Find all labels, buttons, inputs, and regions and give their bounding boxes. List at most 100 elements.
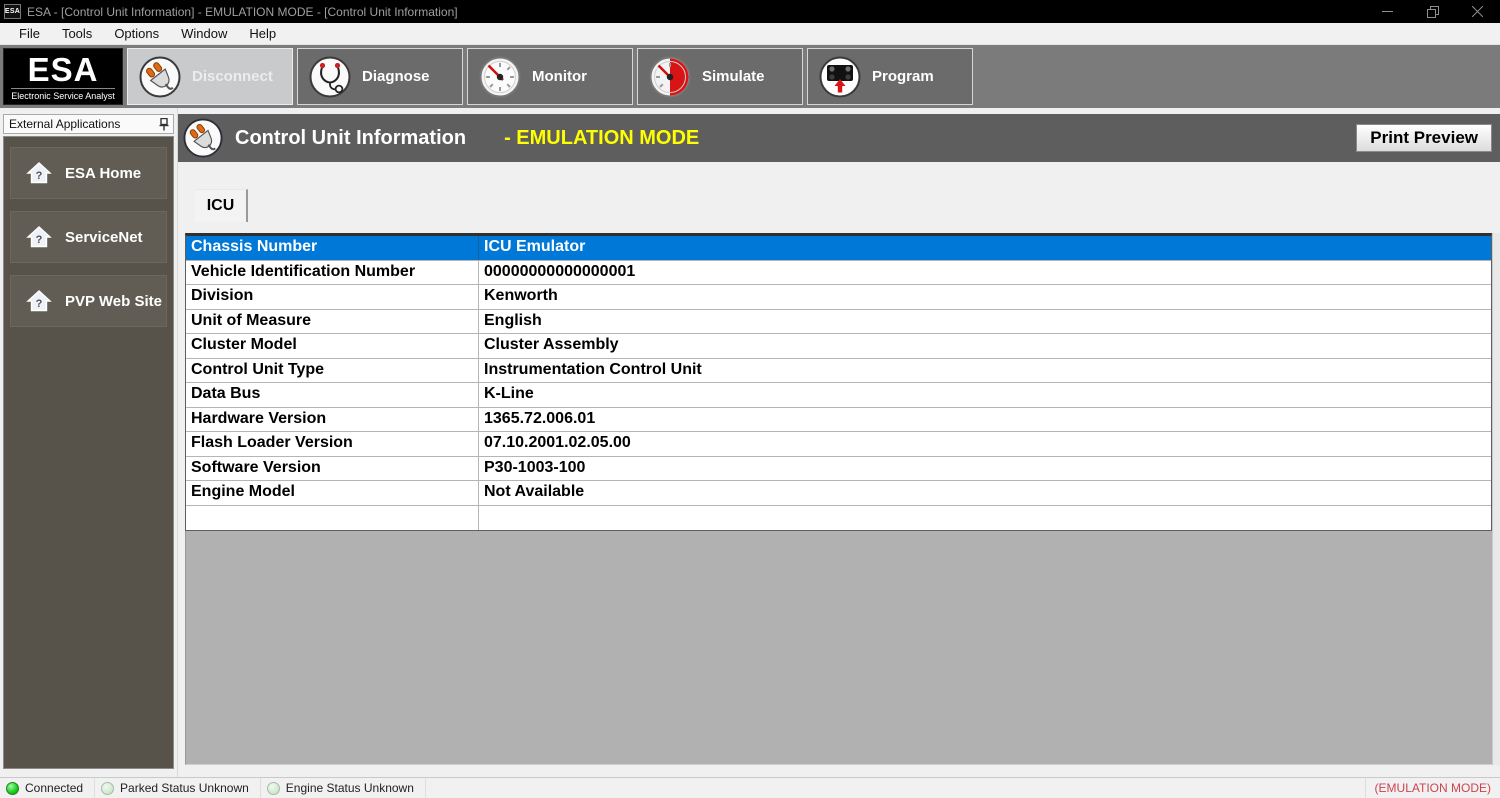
gauge-red-icon [649, 56, 691, 98]
simulate-button[interactable]: Simulate [637, 48, 803, 105]
emulation-mode-label: - EMULATION MODE [504, 127, 699, 150]
esa-application-window: ESA ESA - [Control Unit Information] - E… [0, 0, 1500, 798]
table-row[interactable]: Software Version P30-1003-100 [186, 457, 1491, 482]
table-cell-label: Hardware Version [186, 408, 479, 432]
main-panel: Control Unit Information - EMULATION MOD… [178, 108, 1500, 777]
window-controls [1365, 0, 1500, 23]
program-button[interactable]: Program [807, 48, 973, 105]
restore-icon [1427, 6, 1439, 18]
window-body: External Applications ? ESA Home [0, 108, 1500, 777]
connected-indicator-icon [6, 782, 19, 795]
table-row[interactable]: Flash Loader Version 07.10.2001.02.05.00 [186, 432, 1491, 457]
table-cell-value: K-Line [479, 383, 1491, 407]
home-question-icon: ? [26, 289, 52, 313]
table-cell-value: Kenworth [479, 285, 1491, 309]
menu-tools[interactable]: Tools [51, 24, 103, 43]
svg-text:?: ? [36, 298, 43, 310]
main-toolbar: ESA Electronic Service Analyst Disconnec… [0, 45, 1500, 108]
table-row[interactable]: Chassis Number ICU Emulator [186, 236, 1491, 261]
menu-file[interactable]: File [8, 24, 51, 43]
table-cell-label: Data Bus [186, 383, 479, 407]
plug-icon [183, 118, 223, 158]
table-row[interactable]: Engine Model Not Available [186, 481, 1491, 506]
esa-logo-subtitle: Electronic Service Analyst [11, 88, 115, 101]
table-cell-value: P30-1003-100 [479, 457, 1491, 481]
vertical-scrollbar[interactable] [1492, 233, 1500, 765]
parked-status-indicator-icon [101, 782, 114, 795]
status-label: Parked Status Unknown [120, 781, 249, 795]
minimize-button[interactable] [1365, 0, 1410, 23]
page-title: Control Unit Information [235, 127, 466, 150]
minimize-icon [1382, 6, 1393, 17]
content-area: Chassis Number ICU Emulator Vehicle Iden… [178, 222, 1500, 777]
disconnect-button[interactable]: Disconnect [127, 48, 293, 105]
table-cell-label: Chassis Number [186, 236, 479, 260]
page-header: Control Unit Information - EMULATION MOD… [178, 114, 1500, 162]
sidebar-item-pvp-web-site[interactable]: ? PVP Web Site [10, 275, 167, 327]
module-upload-icon [819, 56, 861, 98]
table-row[interactable]: Division Kenworth [186, 285, 1491, 310]
stethoscope-icon [309, 56, 351, 98]
table-cell-value: 00000000000000001 [479, 261, 1491, 285]
gauge-icon [479, 56, 521, 98]
table-cell-label: Vehicle Identification Number [186, 261, 479, 285]
status-connected: Connected [0, 778, 95, 798]
table-row[interactable]: Control Unit Type Instrumentation Contro… [186, 359, 1491, 384]
table-cell-label: Engine Model [186, 481, 479, 505]
simulate-label: Simulate [702, 68, 765, 85]
table-row[interactable]: Cluster Model Cluster Assembly [186, 334, 1491, 359]
menu-options[interactable]: Options [103, 24, 170, 43]
status-label: Connected [25, 781, 83, 795]
statusbar-emulation-mode: (EMULATION MODE) [1365, 778, 1500, 798]
tab-row: ICU [178, 189, 1500, 222]
table-cell-label: Division [186, 285, 479, 309]
status-engine: Engine Status Unknown [261, 778, 426, 798]
esa-logo: ESA Electronic Service Analyst [3, 48, 123, 105]
monitor-button[interactable]: Monitor [467, 48, 633, 105]
restore-button[interactable] [1410, 0, 1455, 23]
sidebar-item-label: PVP Web Site [65, 293, 162, 310]
table-cell-label: Control Unit Type [186, 359, 479, 383]
menu-bar: File Tools Options Window Help [0, 23, 1500, 45]
table-column: Chassis Number ICU Emulator Vehicle Iden… [185, 233, 1492, 765]
table-cell-label: Unit of Measure [186, 310, 479, 334]
table-cell-value: Not Available [479, 481, 1491, 505]
table-row[interactable]: Hardware Version 1365.72.006.01 [186, 408, 1491, 433]
table-cell-value: English [479, 310, 1491, 334]
table-row-empty[interactable] [186, 506, 1491, 531]
close-button[interactable] [1455, 0, 1500, 23]
sidebar-item-esa-home[interactable]: ? ESA Home [10, 147, 167, 199]
table-row[interactable]: Vehicle Identification Number 0000000000… [186, 261, 1491, 286]
sidebar-header: External Applications [3, 114, 174, 134]
svg-text:?: ? [36, 170, 43, 182]
table-cell-value: Cluster Assembly [479, 334, 1491, 358]
table-row[interactable]: Unit of Measure English [186, 310, 1491, 335]
monitor-label: Monitor [532, 68, 587, 85]
table-cell-value [479, 506, 1491, 531]
menu-help[interactable]: Help [238, 24, 287, 43]
pin-icon[interactable] [159, 118, 169, 131]
disconnect-label: Disconnect [192, 68, 273, 85]
menu-window[interactable]: Window [170, 24, 238, 43]
plug-icon [139, 56, 181, 98]
home-question-icon: ? [26, 161, 52, 185]
status-bar: Connected Parked Status Unknown Engine S… [0, 777, 1500, 798]
title-bar: ESA ESA - [Control Unit Information] - E… [0, 0, 1500, 23]
diagnose-button[interactable]: Diagnose [297, 48, 463, 105]
status-label: Engine Status Unknown [286, 781, 414, 795]
esa-logo-title: ESA [28, 53, 99, 87]
sidebar-item-label: ServiceNet [65, 229, 143, 246]
sidebar-item-label: ESA Home [65, 165, 141, 182]
sidebar-item-servicenet[interactable]: ? ServiceNet [10, 211, 167, 263]
table-cell-value: Instrumentation Control Unit [479, 359, 1491, 383]
svg-text:?: ? [36, 234, 43, 246]
tab-icu[interactable]: ICU [195, 189, 248, 222]
sidebar-panel: ? ESA Home ? ServiceNet ? PVP [3, 136, 174, 769]
table-row[interactable]: Data Bus K-Line [186, 383, 1491, 408]
table-cell-label [186, 506, 479, 531]
table-cell-value: 07.10.2001.02.05.00 [479, 432, 1491, 456]
sidebar-header-label: External Applications [9, 117, 120, 131]
print-preview-button[interactable]: Print Preview [1356, 124, 1492, 152]
table-cell-label: Flash Loader Version [186, 432, 479, 456]
external-applications-sidebar: External Applications ? ESA Home [0, 108, 178, 777]
